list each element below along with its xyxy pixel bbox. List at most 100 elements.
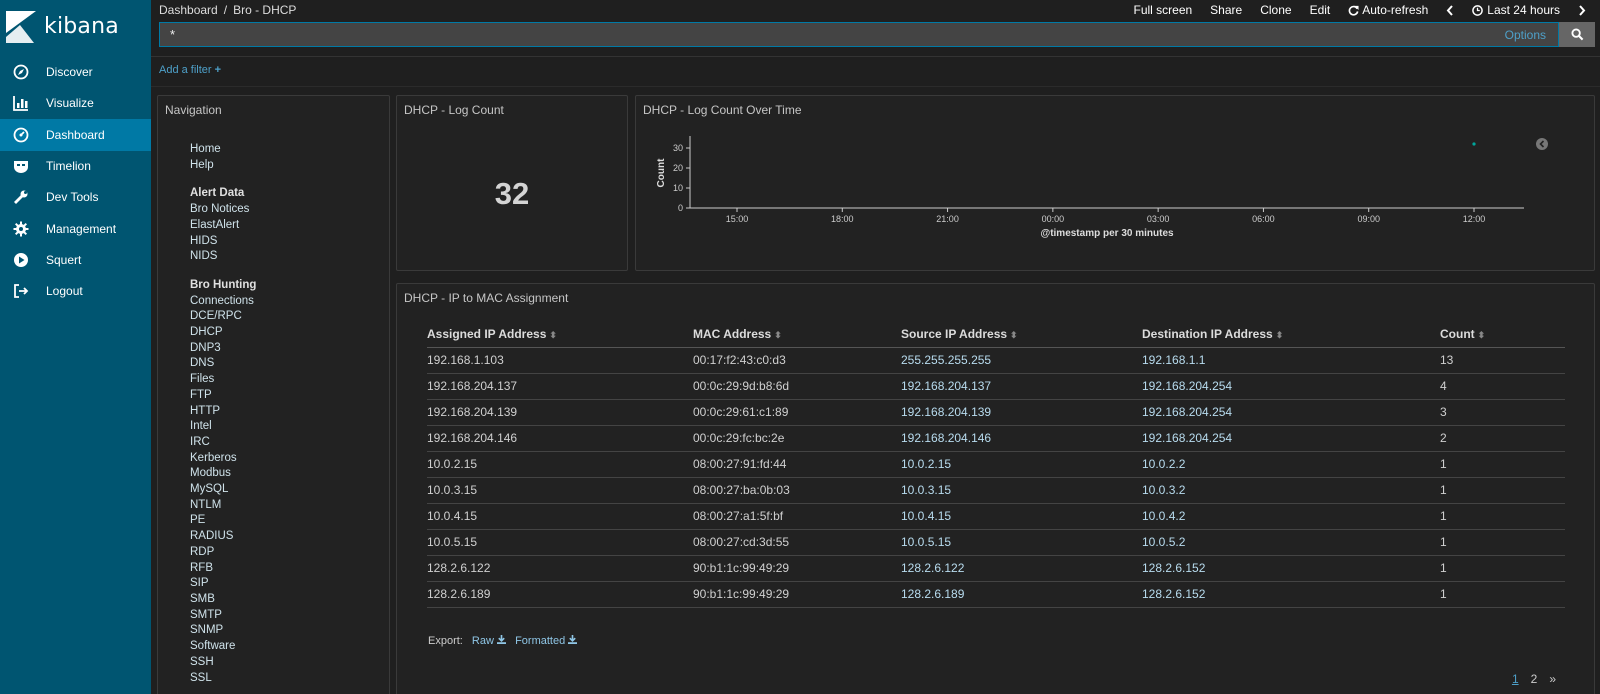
table-cell[interactable]: 10.0.5.15: [427, 529, 693, 556]
table-cell[interactable]: 128.2.6.122: [427, 555, 693, 582]
edit-button[interactable]: Edit: [1310, 0, 1331, 20]
nav-link-intel[interactable]: Intel: [190, 419, 256, 435]
table-cell[interactable]: 10.0.3.15: [427, 477, 693, 504]
table-cell[interactable]: 1: [1440, 529, 1565, 556]
nav-link-modbus[interactable]: Modbus: [190, 466, 256, 482]
nav-link-kerberos[interactable]: Kerberos: [190, 451, 256, 467]
table-cell[interactable]: 128.2.6.189: [427, 581, 693, 608]
nav-link-sip[interactable]: SIP: [190, 576, 256, 592]
table-cell[interactable]: 4: [1440, 373, 1565, 400]
table-cell[interactable]: 08:00:27:a1:5f:bf: [693, 503, 901, 530]
nav-link-rfb[interactable]: RFB: [190, 561, 256, 577]
column-header-destination-ip-address[interactable]: Destination IP Address ⬍: [1142, 321, 1440, 348]
table-cell[interactable]: 13: [1440, 347, 1565, 374]
table-cell[interactable]: 10.0.2.15: [427, 451, 693, 478]
page-2-button[interactable]: 2: [1531, 672, 1538, 686]
query-options-link[interactable]: Options: [1505, 28, 1546, 42]
table-cell[interactable]: 128.2.6.189: [901, 581, 1142, 608]
sort-icon[interactable]: ⬍: [549, 330, 557, 340]
sort-icon[interactable]: ⬍: [1276, 330, 1284, 340]
time-forward-button[interactable]: [1578, 0, 1586, 20]
nav-link-ssh[interactable]: SSH: [190, 655, 256, 671]
search-button[interactable]: [1559, 22, 1595, 47]
table-cell[interactable]: 192.168.204.139: [901, 399, 1142, 426]
sort-icon[interactable]: ⬍: [1010, 330, 1018, 340]
nav-link-bro-notices[interactable]: Bro Notices: [190, 202, 256, 218]
nav-link-nids[interactable]: NIDS: [190, 249, 256, 265]
export-raw-link[interactable]: Raw: [472, 635, 506, 647]
time-back-button[interactable]: [1446, 0, 1454, 20]
kibana-logo[interactable]: kibana: [0, 0, 151, 54]
clone-button[interactable]: Clone: [1260, 0, 1291, 20]
table-cell[interactable]: 00:0c:29:fc:bc:2e: [693, 425, 901, 452]
table-cell[interactable]: 128.2.6.152: [1142, 555, 1440, 582]
table-cell[interactable]: 192.168.1.1: [1142, 347, 1440, 374]
nav-link-mysql[interactable]: MySQL: [190, 482, 256, 498]
table-cell[interactable]: 255.255.255.255: [901, 347, 1142, 374]
page-1-button[interactable]: 1: [1512, 672, 1519, 686]
table-cell[interactable]: 192.168.204.137: [901, 373, 1142, 400]
nav-link-connections[interactable]: Connections: [190, 294, 256, 310]
table-cell[interactable]: 192.168.204.254: [1142, 425, 1440, 452]
table-cell[interactable]: 3: [1440, 399, 1565, 426]
table-cell[interactable]: 192.168.204.254: [1142, 399, 1440, 426]
table-cell[interactable]: 1: [1440, 581, 1565, 608]
time-picker-button[interactable]: Last 24 hours: [1472, 0, 1560, 20]
table-cell[interactable]: 10.0.4.15: [901, 503, 1142, 530]
sort-icon[interactable]: ⬍: [1478, 330, 1486, 340]
table-cell[interactable]: 10.0.4.2: [1142, 503, 1440, 530]
nav-link-home[interactable]: Home: [190, 142, 256, 158]
breadcrumb-root[interactable]: Dashboard: [159, 3, 218, 17]
table-cell[interactable]: 192.168.1.103: [427, 347, 693, 374]
nav-link-pe[interactable]: PE: [190, 513, 256, 529]
nav-link-dns[interactable]: DNS: [190, 356, 256, 372]
auto-refresh-button[interactable]: Auto-refresh: [1348, 0, 1428, 20]
table-cell[interactable]: 90:b1:1c:99:49:29: [693, 555, 901, 582]
table-cell[interactable]: 192.168.204.146: [427, 425, 693, 452]
table-cell[interactable]: 128.2.6.152: [1142, 581, 1440, 608]
table-cell[interactable]: 00:0c:29:9d:b8:6d: [693, 373, 901, 400]
table-cell[interactable]: 08:00:27:ba:0b:03: [693, 477, 901, 504]
nav-link-snmp[interactable]: SNMP: [190, 623, 256, 639]
table-cell[interactable]: 1: [1440, 451, 1565, 478]
nav-link-software[interactable]: Software: [190, 639, 256, 655]
table-cell[interactable]: 192.168.204.254: [1142, 373, 1440, 400]
table-cell[interactable]: 10.0.5.2: [1142, 529, 1440, 556]
next-page-button[interactable]: »: [1549, 672, 1556, 686]
table-cell[interactable]: 00:0c:29:61:c1:89: [693, 399, 901, 426]
table-cell[interactable]: 1: [1440, 555, 1565, 582]
sidebar-item-visualize[interactable]: Visualize: [0, 87, 151, 119]
table-cell[interactable]: 08:00:27:cd:3d:55: [693, 529, 901, 556]
sidebar-item-management[interactable]: Management: [0, 213, 151, 245]
table-cell[interactable]: 1: [1440, 503, 1565, 530]
nav-link-ntlm[interactable]: NTLM: [190, 498, 256, 514]
table-cell[interactable]: 10.0.5.15: [901, 529, 1142, 556]
column-header-assigned-ip-address[interactable]: Assigned IP Address ⬍: [427, 321, 693, 348]
full-screen-button[interactable]: Full screen: [1133, 0, 1192, 20]
nav-link-dhcp[interactable]: DHCP: [190, 325, 256, 341]
table-cell[interactable]: 192.168.204.137: [427, 373, 693, 400]
table-cell[interactable]: 00:17:f2:43:c0:d3: [693, 347, 901, 374]
data-point[interactable]: [1472, 142, 1476, 146]
nav-link-radius[interactable]: RADIUS: [190, 529, 256, 545]
sidebar-item-logout[interactable]: Logout: [0, 275, 151, 307]
nav-link-smb[interactable]: SMB: [190, 592, 256, 608]
column-header-count[interactable]: Count ⬍: [1440, 321, 1565, 348]
table-cell[interactable]: 1: [1440, 477, 1565, 504]
sidebar-item-dashboard[interactable]: Dashboard: [0, 118, 151, 151]
nav-link-files[interactable]: Files: [190, 372, 256, 388]
sidebar-item-squert[interactable]: Squert: [0, 244, 151, 276]
table-cell[interactable]: 08:00:27:91:fd:44: [693, 451, 901, 478]
column-header-mac-address[interactable]: MAC Address ⬍: [693, 321, 901, 348]
table-cell[interactable]: 128.2.6.122: [901, 555, 1142, 582]
table-cell[interactable]: 10.0.4.15: [427, 503, 693, 530]
nav-link-elastalert[interactable]: ElastAlert: [190, 218, 256, 234]
table-cell[interactable]: 192.168.204.146: [901, 425, 1142, 452]
table-cell[interactable]: 192.168.204.139: [427, 399, 693, 426]
table-cell[interactable]: 10.0.3.15: [901, 477, 1142, 504]
nav-link-http[interactable]: HTTP: [190, 404, 256, 420]
sidebar-item-timelion[interactable]: Timelion: [0, 150, 151, 182]
sidebar-item-dev-tools[interactable]: Dev Tools: [0, 181, 151, 213]
column-header-source-ip-address[interactable]: Source IP Address ⬍: [901, 321, 1142, 348]
nav-link-hids[interactable]: HIDS: [190, 234, 256, 250]
